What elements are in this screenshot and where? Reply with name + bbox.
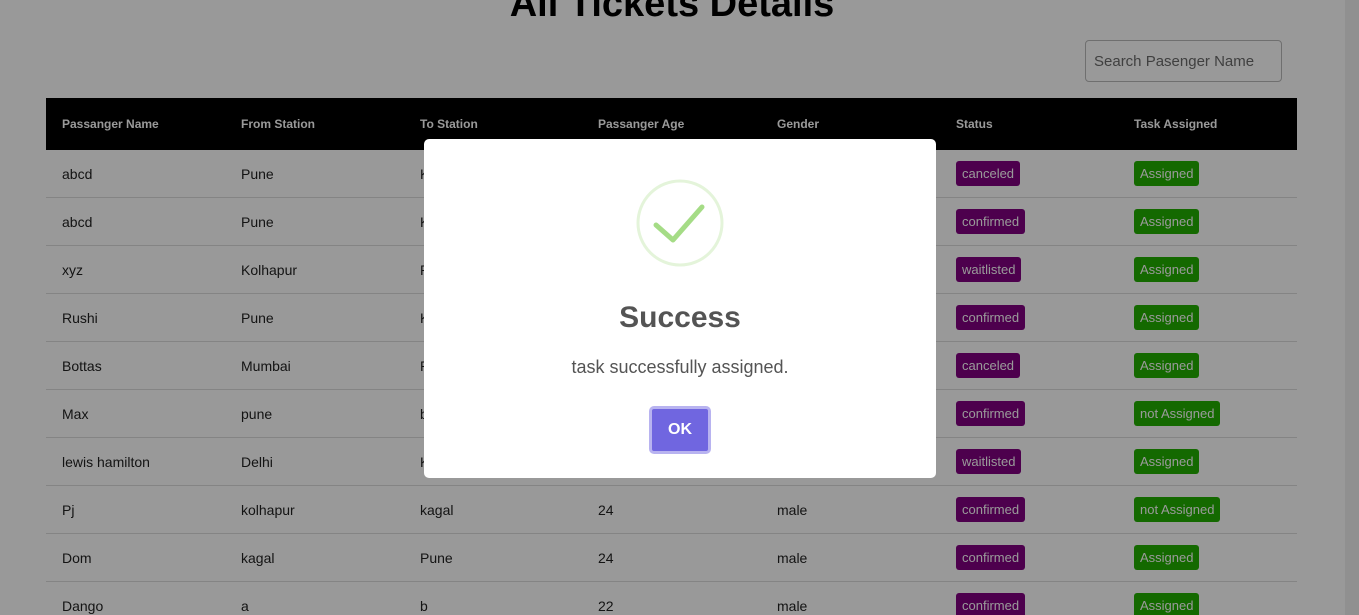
tickets-page: All Tickets Details Passanger Name From … — [0, 0, 1359, 615]
success-check-icon — [636, 179, 724, 267]
ok-button[interactable]: OK — [649, 406, 711, 454]
dialog-title: Success — [619, 301, 741, 334]
success-dialog: Success task successfully assigned. OK — [424, 139, 936, 478]
dialog-message: task successfully assigned. — [571, 357, 789, 377]
